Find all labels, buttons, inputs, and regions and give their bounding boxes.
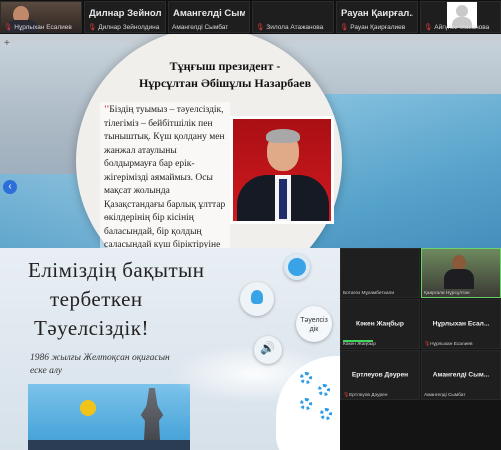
participant-tile[interactable]: Амангелді Сым... Амангелді Сымбат (168, 1, 250, 33)
participant-display-name: Дилнар Зейнол... (89, 8, 161, 19)
participant-display-name: Ертлеуов Дәурен (351, 371, 409, 379)
mic-muted-icon: 🎙 (256, 24, 265, 31)
participant-display-name: Амангелді Сым... (173, 8, 245, 19)
previous-slide-button[interactable]: ‹ (3, 180, 17, 194)
participant-tile[interactable]: Рауан Қаирғал... 🎙 Рауан Қаирғалиев (336, 1, 418, 33)
participant-name-label: 🎙 Айгүлім Маканова (424, 24, 490, 31)
participant-name-label: 🎙 Рауан Қаирғалиев (340, 24, 406, 31)
participant-name-label: 🎙Нұрлыхан Есалиев (4, 24, 72, 31)
grid-empty-area (340, 401, 501, 450)
participant-grid: Ботагөз Мұхамбетхали Қаиргали Нұрсұлтан … (340, 248, 501, 450)
president-portrait (230, 116, 334, 224)
participant-name-label: Амангелді Сымбат (172, 24, 229, 31)
add-icon[interactable]: + (4, 38, 10, 49)
gear-icon (318, 384, 330, 396)
quote-text: ''Біздің туымыз – тәуелсіздік, тілегіміз… (100, 102, 230, 248)
participant-tile[interactable]: Кәкен Жаңбыр Кәкен Жаңбыр (340, 299, 420, 349)
participant-name-label: 🎙Ертлеуов Дәурен (343, 393, 388, 398)
collage: 🎙Нұрлыхан Есалиев Дилнар Зейнол... 🎙Дилн… (0, 0, 501, 450)
participant-name-label: Ботагөз Мұхамбетхали (343, 291, 395, 296)
mic-muted-icon: 🎙 (340, 24, 349, 31)
slide-heading: Еліміздің бақытын тербеткен Тәуелсіздік! (28, 258, 205, 340)
participant-tile[interactable]: Ботагөз Мұхамбетхали (340, 248, 420, 298)
participant-strip: 🎙Нұрлыхан Есалиев Дилнар Зейнол... 🎙Дилн… (0, 0, 501, 34)
lightbulb-icon (240, 282, 274, 316)
participant-tile[interactable]: 🎙 Айгүлім Маканова (420, 1, 501, 33)
participant-name-label: 🎙 Зилола Атажанова (256, 24, 324, 31)
slide-subtitle: 1986 жылғы Желтоқсан оқиғасын еске алу (30, 353, 170, 376)
participant-name-label: Кәкен Жаңбыр (343, 342, 376, 347)
monument-photo (28, 384, 190, 450)
shared-slide-president: + Тұңғыш президент - Нұрсұлтан Әбішұлы Н… (0, 34, 501, 248)
participant-name-label: Амангелді Сымбат (424, 393, 466, 398)
shared-slide-independence: Еліміздің бақытын тербеткен Тәуелсіздік!… (0, 248, 406, 450)
participant-display-name: Рауан Қаирғал... (341, 8, 413, 19)
participant-name-label: 🎙 Дилнар Зейнолдина (88, 24, 160, 31)
mic-muted-icon: 🎙 (4, 24, 13, 31)
slide-title: Тұңғыш президент - Нұрсұлтан Әбішұлы Наз… (138, 59, 312, 90)
gear-icon (300, 372, 312, 384)
gear-icon (300, 398, 312, 410)
participant-tile[interactable]: Амангелді Сым... Амангелді Сымбат (421, 350, 501, 400)
independence-circle: Тәуелсіз дік (296, 306, 332, 342)
meeting-screenshot-bottom: Еліміздің бақытын тербеткен Тәуелсіздік!… (0, 248, 501, 450)
participant-video (422, 249, 500, 297)
mic-muted-icon: 🎙 (424, 24, 433, 31)
participant-display-name: Амангелді Сым... (432, 371, 490, 379)
participant-name-label: Қаиргали Нұрсұлтан (424, 291, 470, 296)
speaker-icon (254, 336, 282, 364)
participant-tile[interactable]: Дилнар Зейнол... 🎙Дилнар Зейнолдина (84, 1, 166, 33)
participant-display-name: Кәкен Жаңбыр (356, 320, 404, 328)
meeting-screenshot-top: 🎙Нұрлыхан Есалиев Дилнар Зейнол... 🎙Дилн… (0, 0, 501, 248)
gear-icon (320, 408, 332, 420)
participant-tile[interactable]: 🎙 Нұрлыхан Есалиев (0, 1, 82, 33)
participant-display-name: Нұрлыхан Есал... (432, 320, 490, 328)
participant-tile[interactable]: 🎙 Зилола Атажанова (252, 1, 334, 33)
mic-muted-icon: 🎙 (88, 24, 97, 31)
participant-tile[interactable]: Нұрлыхан Есал... 🎙Нұрлыхан Есалиев (421, 299, 501, 349)
decor-circle-icon (284, 254, 310, 280)
participant-name-label: 🎙Нұрлыхан Есалиев (424, 342, 473, 347)
participant-tile[interactable]: Ертлеуов Дәурен 🎙Ертлеуов Дәурен (340, 350, 420, 400)
participant-tile-active[interactable]: Қаиргали Нұрсұлтан (421, 248, 501, 298)
